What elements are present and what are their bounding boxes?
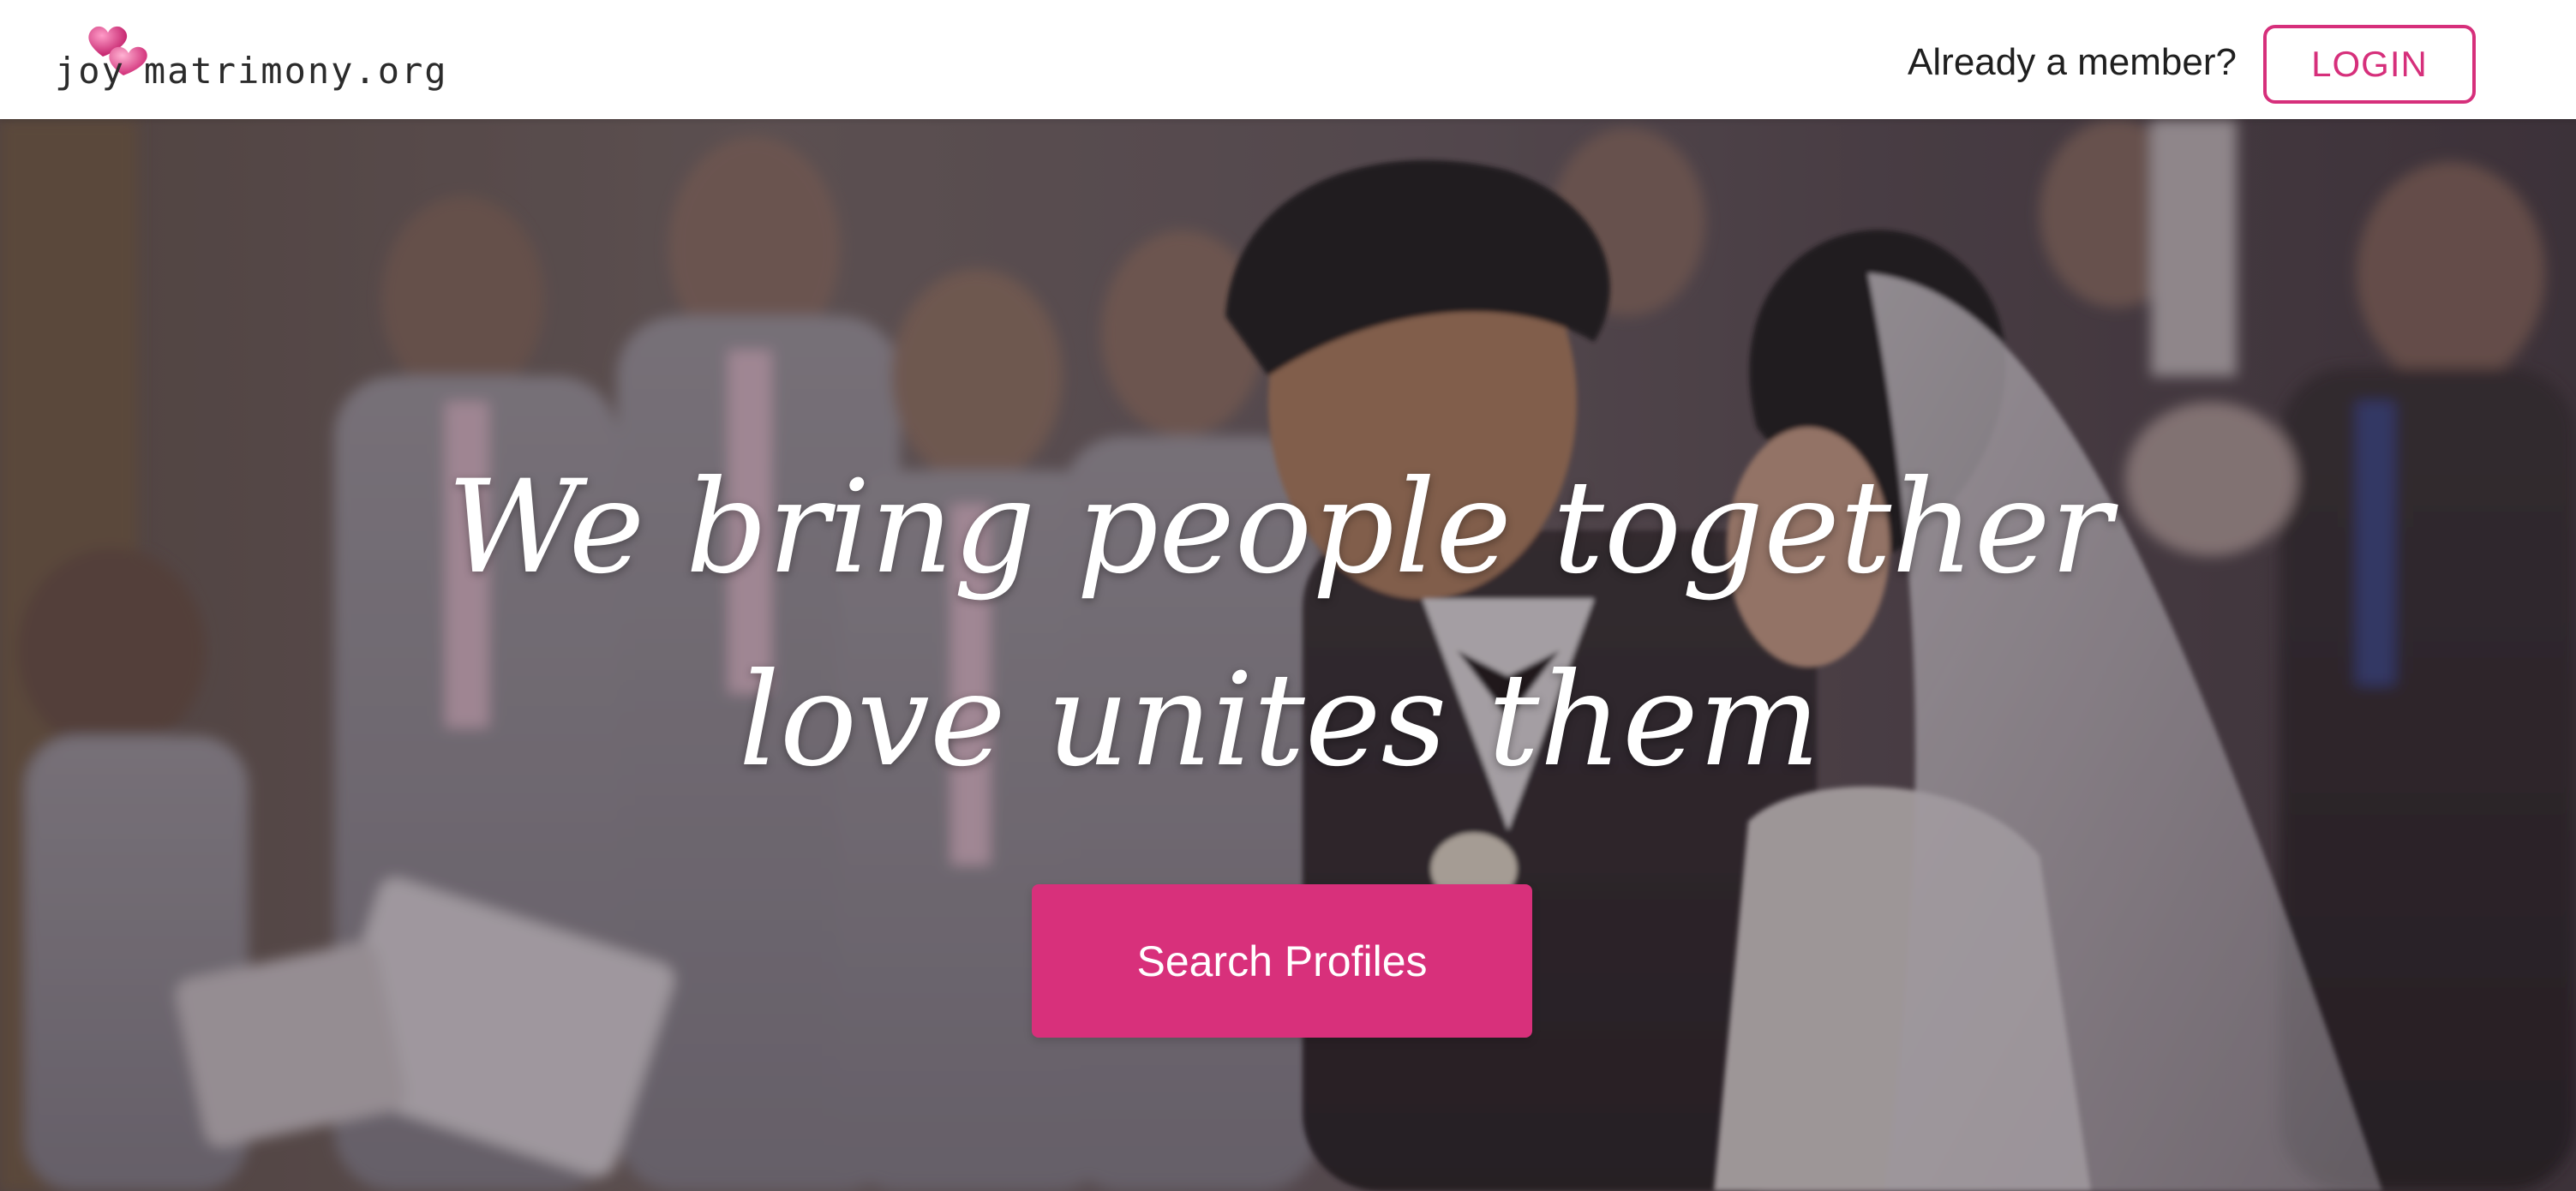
site-header: joy matrimony.org Already a member? LOGI… [0, 0, 2576, 119]
landing-page: joy matrimony.org Already a member? LOGI… [0, 0, 2576, 1191]
hero-headline-line1: We bring people together [446, 453, 2112, 602]
logo-text-domain: matrimony.org [143, 50, 448, 92]
login-button[interactable]: LOGIN [2263, 25, 2476, 104]
logo-wordmark: joy matrimony.org [55, 50, 448, 92]
search-profiles-button[interactable]: Search Profiles [1032, 884, 1532, 1038]
site-logo[interactable]: joy matrimony.org [55, 19, 446, 101]
hero-headline-line2: love unites them [738, 646, 1821, 795]
member-prompt: Already a member? [1908, 41, 2237, 83]
hero-section: We bring people together love unites the… [0, 119, 2576, 1191]
logo-text-joy: joy [55, 50, 125, 92]
